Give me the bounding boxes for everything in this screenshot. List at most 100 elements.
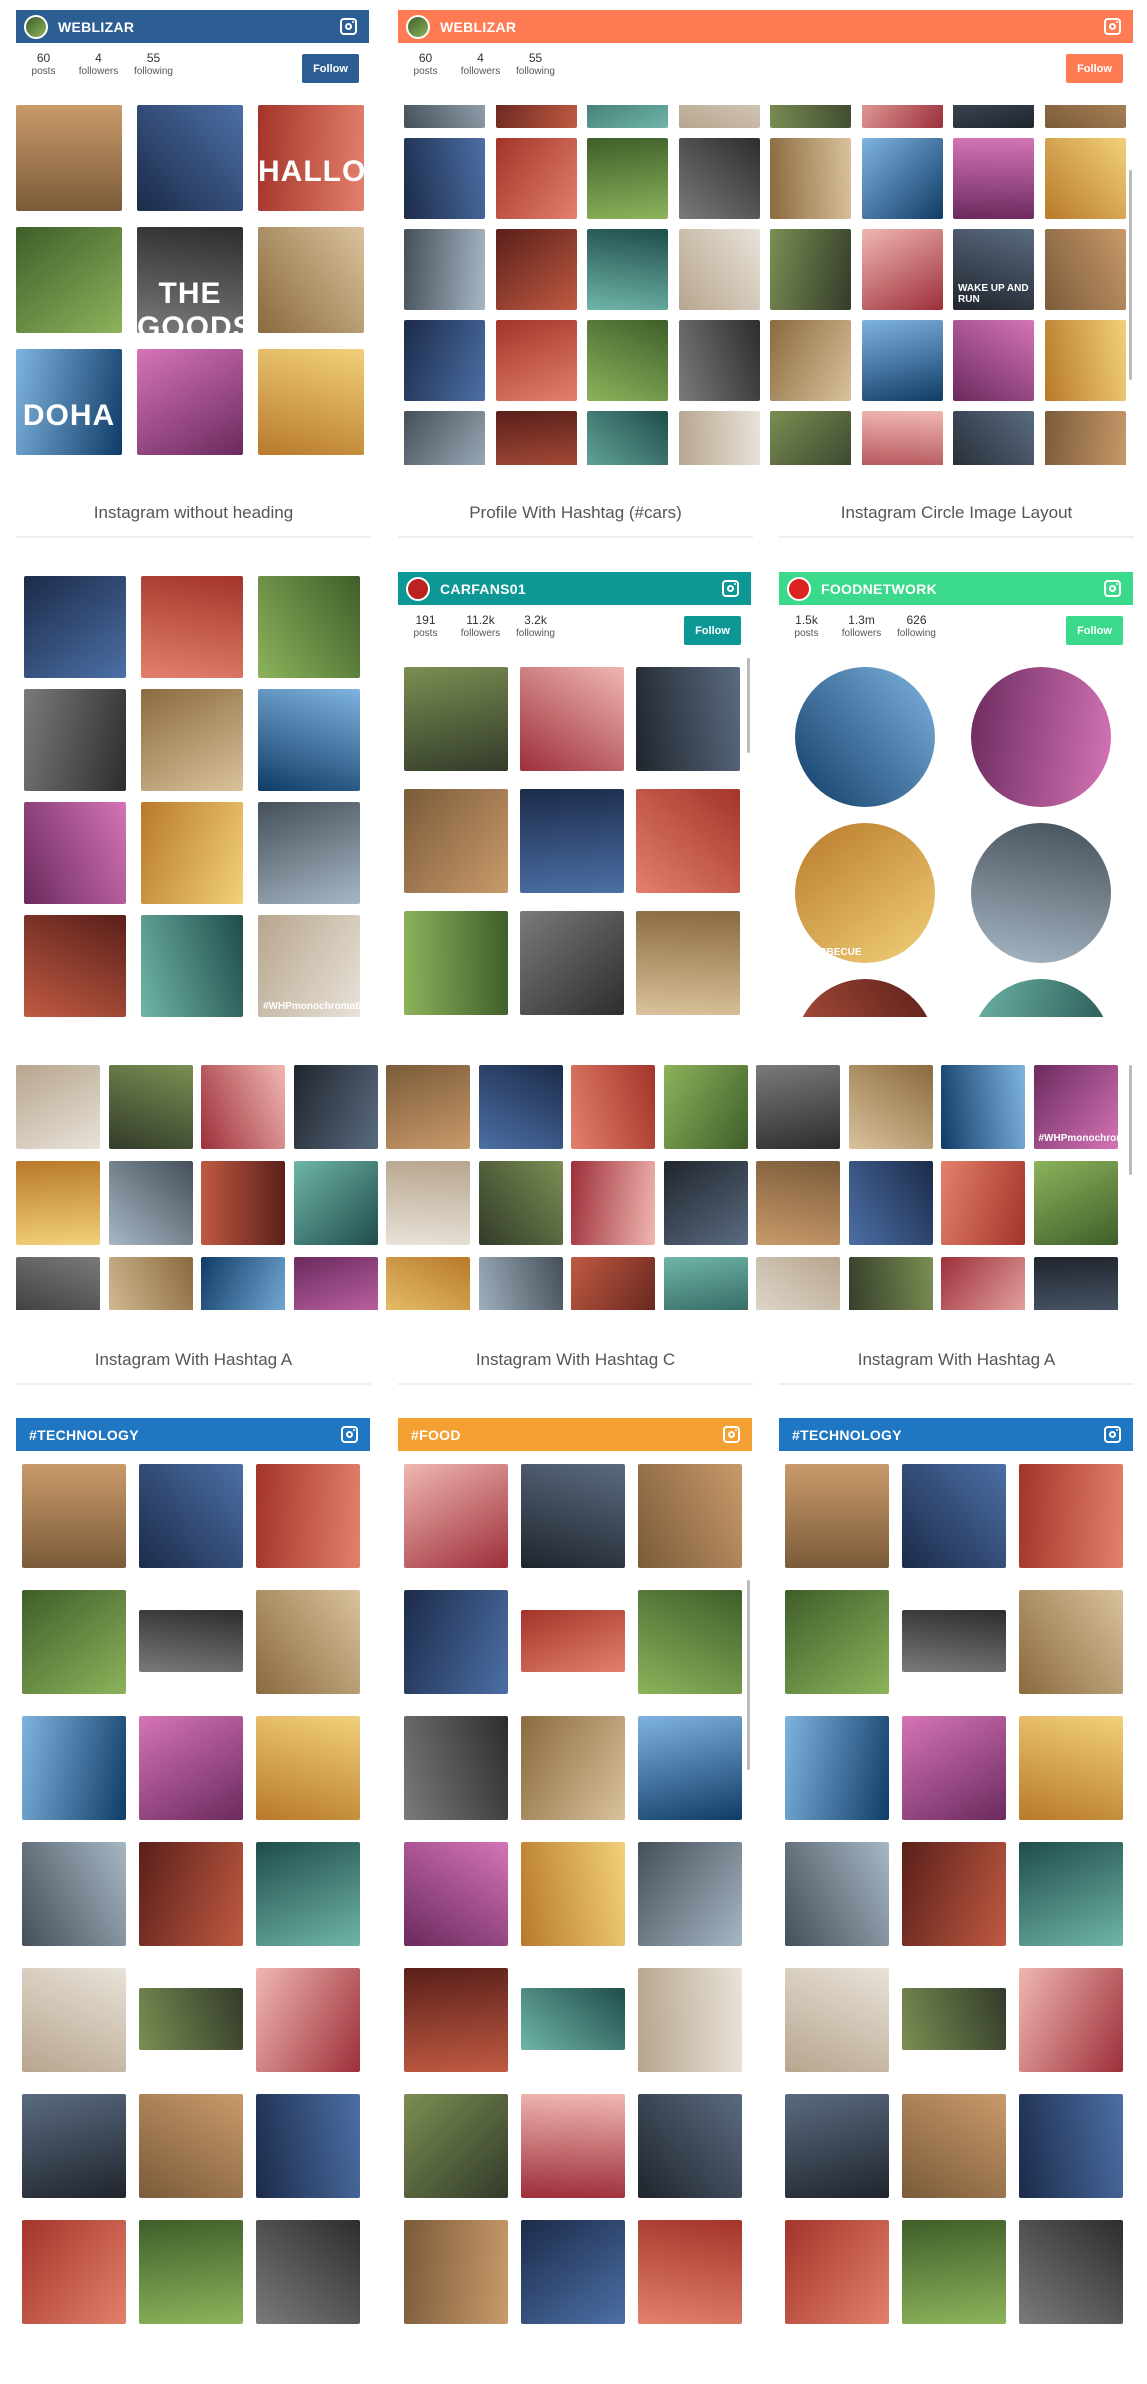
photo-tile[interactable]: [256, 1842, 360, 1946]
photo-tile[interactable]: [770, 229, 851, 310]
photo-tile[interactable]: [1044, 411, 1126, 465]
follow-button[interactable]: Follow: [1066, 616, 1123, 645]
photo-tile[interactable]: [139, 1842, 243, 1946]
photo-tile[interactable]: [636, 789, 740, 893]
photo-tile[interactable]: [520, 911, 624, 1015]
photo-tile[interactable]: [478, 1257, 563, 1310]
photo-tile[interactable]: [785, 1716, 889, 1820]
photo-tile[interactable]: [770, 411, 851, 465]
photo-tile[interactable]: [571, 1257, 655, 1310]
photo-tile[interactable]: [678, 138, 760, 219]
photo-tile[interactable]: [1033, 1161, 1118, 1245]
photo-tile[interactable]: [785, 1968, 889, 2072]
photo-tile[interactable]: [861, 229, 943, 310]
photo-tile[interactable]: [848, 1161, 933, 1245]
photo-tile[interactable]: [1019, 1968, 1123, 2072]
photo-tile[interactable]: [139, 2220, 243, 2324]
photo-tile[interactable]: [678, 229, 760, 310]
photo-tile[interactable]: [587, 320, 668, 401]
photo-tile[interactable]: [137, 105, 243, 211]
photo-tile[interactable]: [16, 105, 122, 211]
avatar[interactable]: [787, 576, 811, 601]
profile-username[interactable]: WEBLIZAR: [58, 19, 134, 35]
photo-tile[interactable]: [953, 411, 1034, 465]
follow-button[interactable]: Follow: [1066, 54, 1123, 83]
photo-tile[interactable]: [22, 1968, 126, 2072]
photo-tile[interactable]: [1033, 1257, 1118, 1310]
photo-tile[interactable]: [848, 1065, 933, 1149]
photo-tile[interactable]: [587, 138, 668, 219]
photo-tile[interactable]: [22, 1464, 126, 1568]
photo-tile[interactable]: [953, 138, 1034, 219]
photo-tile[interactable]: [521, 1610, 625, 1672]
hashtag-title[interactable]: #FOOD: [411, 1427, 461, 1443]
photo-tile[interactable]: [953, 320, 1034, 401]
photo-tile[interactable]: [861, 138, 943, 219]
photo-tile[interactable]: [902, 2094, 1006, 2198]
photo-tile[interactable]: [902, 2220, 1006, 2324]
photo-tile[interactable]: [795, 667, 935, 807]
photo-tile[interactable]: [785, 1464, 889, 1568]
instagram-icon[interactable]: [1104, 580, 1121, 597]
photo-tile[interactable]: [785, 2094, 889, 2198]
photo-tile[interactable]: [861, 411, 943, 465]
profile-username[interactable]: FOODNETWORK: [821, 581, 937, 597]
photo-tile[interactable]: [386, 1257, 470, 1310]
photo-tile[interactable]: [971, 979, 1111, 1017]
photo-tile[interactable]: [971, 823, 1111, 963]
avatar[interactable]: [406, 576, 430, 601]
photo-tile[interactable]: [971, 667, 1111, 807]
instagram-icon[interactable]: [723, 1426, 740, 1443]
photo-tile[interactable]: [386, 1065, 470, 1149]
hashtag-title[interactable]: #TECHNOLOGY: [792, 1427, 902, 1443]
photo-tile[interactable]: [139, 1610, 243, 1672]
photo-tile[interactable]: [24, 802, 126, 904]
profile-username[interactable]: CARFANS01: [440, 581, 526, 597]
photo-tile[interactable]: [478, 1161, 563, 1245]
photo-tile[interactable]: [256, 1716, 360, 1820]
photo-tile[interactable]: [638, 2094, 742, 2198]
photo-tile[interactable]: [636, 667, 740, 771]
photo-tile[interactable]: DOHA: [16, 349, 122, 455]
scrollbar[interactable]: [747, 1580, 750, 1770]
instagram-icon[interactable]: [340, 18, 357, 35]
photo-tile[interactable]: [638, 2220, 742, 2324]
hashtag-title[interactable]: #TECHNOLOGY: [29, 1427, 139, 1443]
photo-tile[interactable]: [16, 227, 122, 333]
photo-tile[interactable]: [141, 915, 243, 1017]
photo-tile[interactable]: [404, 667, 508, 771]
photo-tile[interactable]: [24, 689, 126, 791]
photo-tile[interactable]: [902, 1988, 1006, 2050]
photo-tile[interactable]: [404, 320, 485, 401]
photo-tile[interactable]: [953, 105, 1034, 128]
photo-tile[interactable]: [258, 227, 364, 333]
avatar[interactable]: [24, 14, 48, 39]
photo-tile[interactable]: [495, 229, 577, 310]
photo-tile[interactable]: [258, 689, 360, 791]
instagram-icon[interactable]: [341, 1426, 358, 1443]
photo-tile[interactable]: [478, 1065, 563, 1149]
instagram-icon[interactable]: [722, 580, 739, 597]
photo-tile[interactable]: [756, 1161, 840, 1245]
photo-tile[interactable]: [258, 576, 360, 678]
photo-tile[interactable]: #WHPmydailyroute: [16, 1257, 100, 1310]
photo-tile[interactable]: [293, 1065, 378, 1149]
photo-tile[interactable]: [587, 411, 668, 465]
photo-tile[interactable]: [293, 1257, 378, 1310]
photo-tile[interactable]: [256, 1464, 360, 1568]
photo-tile[interactable]: #WHPmonochromatic: [1033, 1065, 1133, 1149]
photo-tile[interactable]: [22, 1716, 126, 1820]
photo-tile[interactable]: [22, 1590, 126, 1694]
photo-tile[interactable]: [1019, 1842, 1123, 1946]
photo-tile[interactable]: [795, 979, 935, 1017]
photo-tile[interactable]: [756, 1065, 840, 1149]
photo-tile[interactable]: [201, 1065, 285, 1149]
avatar[interactable]: [406, 14, 430, 39]
photo-tile[interactable]: [1044, 229, 1126, 310]
photo-tile[interactable]: [16, 1065, 100, 1149]
photo-tile[interactable]: [141, 689, 243, 791]
photo-tile[interactable]: [770, 105, 851, 128]
photo-tile[interactable]: [902, 1716, 1006, 1820]
photo-tile[interactable]: [108, 1161, 193, 1245]
photo-tile[interactable]: [520, 667, 624, 771]
